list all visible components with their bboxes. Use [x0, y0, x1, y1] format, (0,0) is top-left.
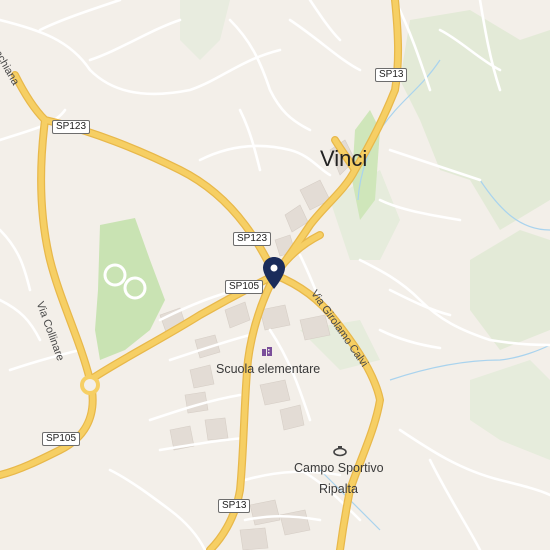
stadium-label-line2[interactable]: Ripalta	[319, 482, 358, 496]
school-label[interactable]: Scuola elementare	[216, 362, 320, 376]
road-shield-sp105-center: SP105	[225, 280, 264, 294]
location-pin-icon[interactable]	[262, 256, 286, 295]
road-shield-sp105-west: SP105	[42, 432, 81, 446]
road-shield-sp123-center: SP123	[233, 232, 272, 246]
roundabout	[80, 375, 100, 395]
map-view[interactable]: Vinci Via Collinare Via Girolamo Calvi n…	[0, 0, 550, 550]
stadium-icon[interactable]	[333, 444, 347, 462]
road-shield-sp13-north: SP13	[375, 68, 408, 82]
school-icon[interactable]	[261, 345, 273, 363]
stadium-label-line1[interactable]: Campo Sportivo	[294, 461, 384, 475]
town-label: Vinci	[320, 146, 368, 171]
road-shield-sp13-south: SP13	[218, 499, 251, 513]
road-shield-sp123-west: SP123	[52, 120, 91, 134]
